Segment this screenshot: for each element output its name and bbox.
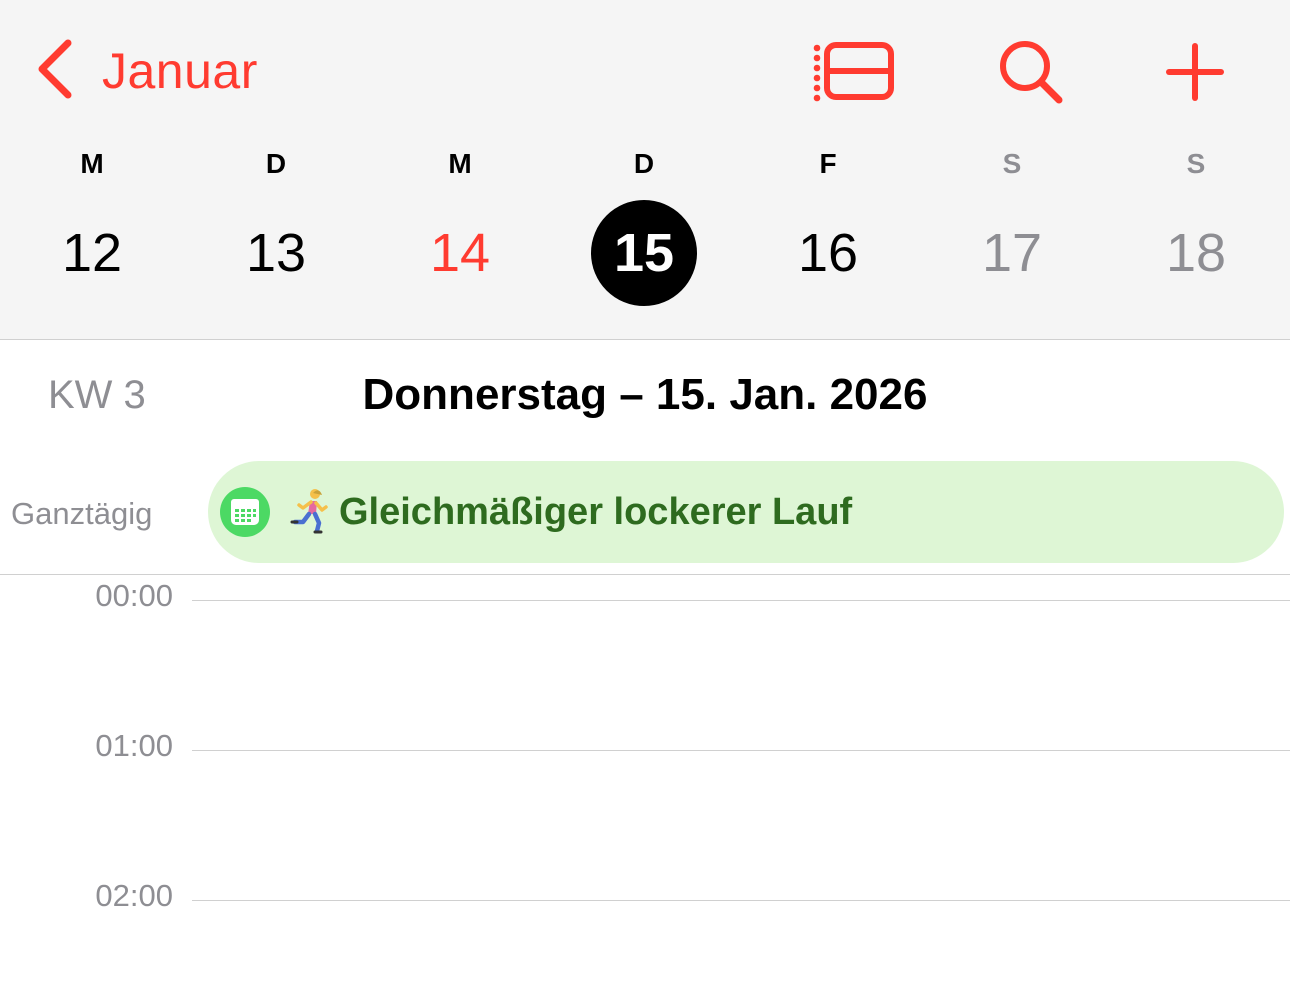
day-12[interactable]: 12 (39, 200, 145, 306)
search-button[interactable] (986, 34, 1076, 110)
plus-icon (1166, 43, 1224, 101)
week-strip: 12 13 14 15 16 17 18 (0, 200, 1290, 306)
chevron-left-icon (34, 38, 74, 105)
weekday-label: M (80, 148, 104, 179)
day-17[interactable]: 17 (959, 200, 1065, 306)
all-day-divider (0, 574, 1290, 575)
list-view-button[interactable] (810, 34, 900, 110)
hour-gridline (192, 600, 1290, 601)
hour-label: 00:00 (95, 578, 173, 613)
event-title: Gleichmäßiger lockerer Lauf (339, 491, 853, 533)
all-day-event[interactable]: Gleichmäßiger lockerer Lauf (208, 461, 1284, 563)
day-15[interactable]: 15 (591, 200, 697, 306)
weekday-labels: MDMDFSS (0, 146, 1290, 186)
day-14[interactable]: 14 (407, 200, 513, 306)
weekday-label: F (819, 148, 837, 179)
list-view-icon (813, 40, 897, 104)
runner-icon (286, 487, 334, 535)
search-icon (997, 38, 1065, 106)
selected-date-title: Donnerstag – 15. Jan. 2026 (362, 370, 928, 419)
hour-label: 02:00 (95, 878, 173, 913)
weekday-label: D (265, 148, 287, 179)
hour-label: 01:00 (95, 728, 173, 763)
calendar-header: Januar M D M D F S S 12 13 14 15 16 17 1… (0, 0, 1290, 340)
day-13[interactable]: 13 (223, 200, 329, 306)
weekday-label: M (448, 148, 472, 179)
weekday-label: S (1186, 148, 1206, 179)
hour-gridline (192, 900, 1290, 901)
all-day-label: Ganztägig (11, 496, 153, 531)
calendar-icon (220, 487, 270, 537)
add-event-button[interactable] (1150, 34, 1240, 110)
day-16[interactable]: 16 (775, 200, 881, 306)
back-label: Januar (102, 43, 258, 99)
weekday-label: D (633, 148, 655, 179)
back-to-month-button[interactable]: Januar (34, 36, 258, 106)
day-18[interactable]: 18 (1143, 200, 1249, 306)
weekday-label: S (1002, 148, 1022, 179)
hour-gridline (192, 750, 1290, 751)
